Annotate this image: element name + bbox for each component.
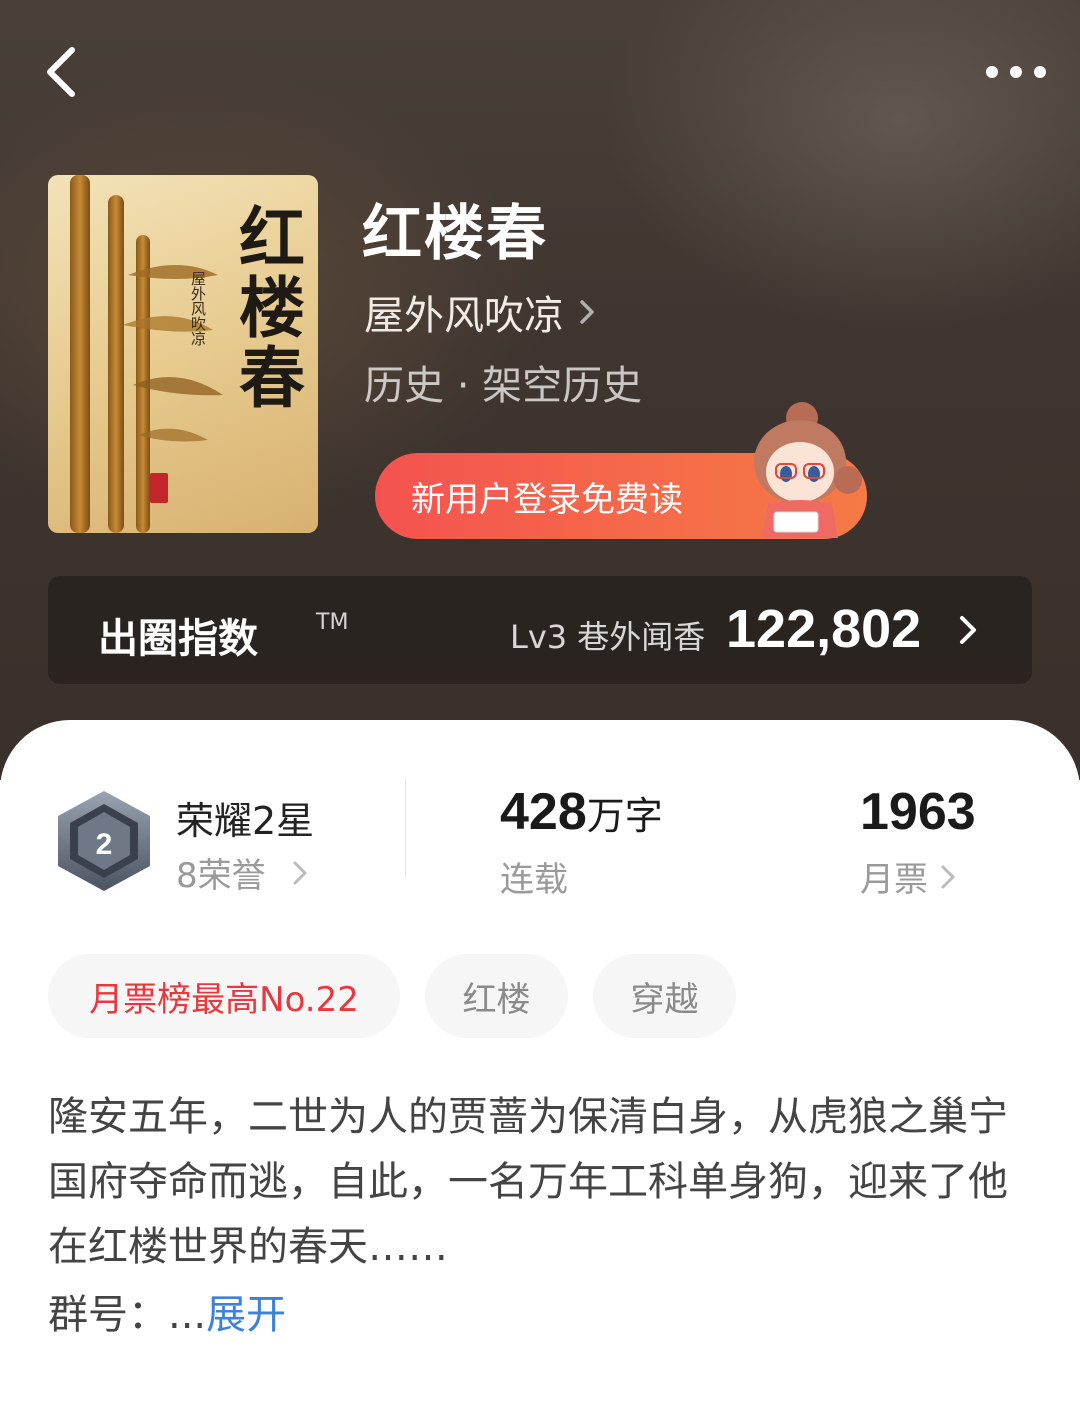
- popularity-level: Lv3 巷外闻香: [510, 618, 706, 656]
- cover-seal: [150, 473, 168, 503]
- group-label: 群号：: [48, 1292, 168, 1338]
- chevron-right-icon: [941, 865, 955, 888]
- word-count: 428万字: [500, 782, 663, 842]
- chevron-left-icon: [47, 47, 75, 97]
- tag-time-travel[interactable]: 穿越: [593, 954, 736, 1038]
- group-number-row: 群号： ... 展开: [48, 1282, 286, 1340]
- expand-link[interactable]: 展开: [206, 1282, 286, 1340]
- more-dots-icon: [986, 66, 1046, 78]
- chevron-right-icon: [960, 616, 976, 644]
- back-button[interactable]: [30, 40, 94, 104]
- author-link[interactable]: 屋外风吹凉: [364, 283, 596, 341]
- free-read-label: 新用户登录免费读: [411, 479, 683, 520]
- ellipsis: ...: [168, 1292, 207, 1338]
- cover-title: 红楼春: [228, 203, 306, 413]
- tag-ranking[interactable]: 月票榜最高No.22: [48, 954, 400, 1038]
- cover-bamboo-leaves: [123, 265, 223, 442]
- monthly-tickets-label: 月票: [860, 860, 928, 900]
- trademark-mark: TM: [316, 610, 349, 635]
- more-button[interactable]: [980, 42, 1052, 102]
- honor-count-link[interactable]: 8荣誉: [176, 848, 308, 897]
- book-genre: 历史 · 架空历史: [364, 363, 643, 409]
- monthly-tickets-link[interactable]: 月票: [860, 852, 956, 901]
- mascot-illustration: [754, 402, 862, 538]
- honor-badge-icon: 2: [58, 791, 150, 891]
- cover-bamboo-stalk: [70, 175, 90, 533]
- svg-text:2: 2: [96, 828, 113, 861]
- book-title: 红楼春: [362, 199, 548, 269]
- monthly-tickets-number: 1963: [860, 783, 976, 841]
- honor-title: 荣耀2星: [176, 799, 315, 843]
- stats-divider: [405, 778, 406, 878]
- honor-count: 8荣誉: [176, 856, 266, 896]
- chevron-right-icon: [293, 861, 307, 884]
- cover-author: 屋外风吹凉: [189, 271, 207, 346]
- popularity-index-label: 出圈指数: [98, 616, 258, 662]
- chevron-right-icon: [580, 300, 594, 324]
- popularity-index-value: 122,802: [726, 599, 922, 659]
- author-name: 屋外风吹凉: [364, 293, 564, 339]
- book-cover[interactable]: 屋外风吹凉 红楼春: [48, 175, 318, 533]
- synopsis-text: 隆安五年，二世为人的贾蔷为保清白身，从虎狼之巢宁国府夺命而逃，自此，一名万年工科…: [48, 1094, 1008, 1270]
- serial-status: 连载: [500, 860, 568, 900]
- word-count-number: 428: [500, 783, 587, 841]
- word-count-unit: 万字: [586, 794, 663, 838]
- tag-honglou[interactable]: 红楼: [425, 954, 568, 1038]
- popularity-index-bar[interactable]: 出圈指数 TM Lv3 巷外闻香 122,802: [48, 576, 1032, 684]
